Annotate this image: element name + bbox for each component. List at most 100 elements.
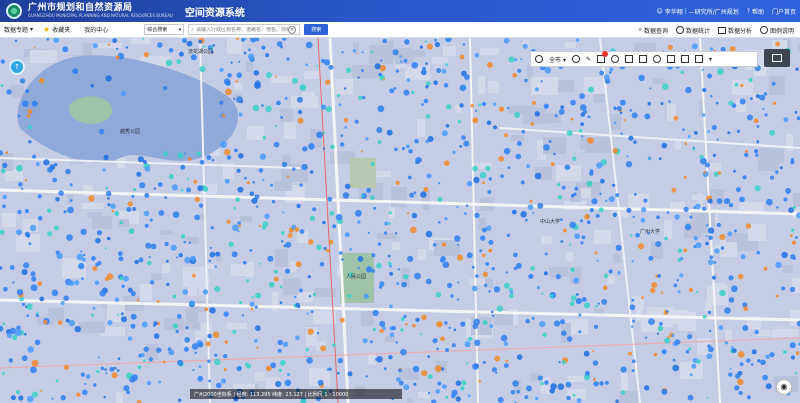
data-statistics-label: 数据统计 (685, 27, 710, 35)
topic-label: 数据专题 (4, 27, 29, 34)
heat-dot (540, 381, 544, 386)
heat-dot (55, 379, 59, 383)
data-analysis-button[interactable]: 数据分析 (717, 26, 752, 35)
building-block (391, 187, 407, 207)
legend-label: 图例说明 (769, 27, 794, 35)
heat-dot (104, 247, 107, 250)
heat-dot (440, 256, 446, 262)
heat-dot (790, 160, 795, 165)
heat-dot (708, 235, 713, 240)
bureau-logo (6, 3, 22, 19)
portal-link[interactable]: 门户首页 (772, 7, 796, 16)
heat-dot (746, 358, 751, 363)
building-block (385, 41, 394, 59)
heat-dot (427, 355, 430, 358)
data-statistics-button[interactable]: 数据统计 (675, 26, 710, 35)
heat-dot (705, 224, 709, 227)
help-link[interactable]: ? 帮助 (747, 7, 764, 16)
close-icon[interactable]: × (288, 25, 297, 34)
heat-dot (765, 383, 772, 390)
search-input[interactable] (196, 26, 289, 33)
heat-dot (382, 78, 386, 81)
heat-dot (711, 124, 717, 131)
heat-dot (631, 369, 635, 373)
search-type-select[interactable]: 综合搜索 ▾ (144, 24, 185, 35)
panel-toggle-button[interactable] (764, 49, 790, 67)
favorites-menu[interactable]: ★ 收藏夹 (43, 25, 70, 34)
measure-menu[interactable]: 全市 ▾ (549, 55, 566, 64)
heat-dot (47, 231, 53, 237)
heat-dot (177, 398, 182, 402)
close-icon[interactable] (652, 55, 661, 63)
eye-icon[interactable]: ◉ (776, 379, 792, 395)
print-icon[interactable] (680, 55, 689, 63)
compass-icon[interactable]: ↑ (9, 59, 25, 75)
app-header: 广州市规划和自然资源局 GUANGZHOU MUNICIPAL PLANNING… (0, 0, 800, 22)
map-label: 广州大学 (640, 229, 661, 235)
heat-dot (341, 51, 344, 54)
user-menu[interactable]: ☺ 李华翔 | —研究所/广州规划 (656, 7, 738, 16)
heat-dot (540, 80, 543, 83)
heat-dot (253, 70, 260, 76)
heat-dot (207, 359, 211, 363)
heat-dot (537, 202, 544, 209)
heat-dot (755, 153, 759, 157)
layers-icon[interactable] (535, 55, 543, 63)
heat-dot (753, 118, 759, 124)
heat-dot (459, 84, 467, 92)
toolbox-icon[interactable] (694, 55, 703, 63)
heat-dot (587, 115, 591, 119)
building-block (227, 323, 247, 329)
heat-dot (146, 380, 152, 386)
heat-dot (400, 328, 404, 332)
pen-icon[interactable]: ✎ (586, 56, 591, 63)
window-icon[interactable] (624, 55, 633, 63)
map-label: 流花湖公园 (188, 49, 214, 55)
heat-dot (434, 38, 437, 42)
chevron-down-icon[interactable]: ▾ (709, 56, 712, 63)
heat-dot (65, 168, 71, 175)
map-view[interactable]: 流花湖公园 越秀公园 人民公园 中山大学 广州大学 (0, 38, 800, 403)
map-canvas[interactable] (0, 38, 800, 403)
legend-button[interactable]: 图例说明 (759, 26, 794, 35)
data-query-button[interactable]: ⌕ 数据查询 (639, 26, 668, 35)
heat-dot (326, 106, 332, 113)
building-block (1, 153, 13, 171)
heat-dot (485, 262, 490, 266)
print-preview-icon[interactable] (638, 55, 647, 63)
heat-dot (733, 229, 737, 233)
heat-dot (441, 68, 447, 74)
heat-dot (26, 114, 31, 118)
heat-dot (27, 395, 34, 403)
heat-dot (728, 100, 734, 106)
heat-dot (389, 332, 395, 338)
heat-dot (621, 390, 626, 395)
heat-dot (685, 349, 690, 354)
split-icon[interactable] (666, 55, 675, 63)
heat-dot (692, 147, 696, 151)
heat-dot (751, 349, 757, 355)
heat-dot (51, 397, 54, 400)
info-icon[interactable] (571, 55, 580, 63)
heat-dot (572, 393, 576, 397)
heat-dot (569, 301, 575, 307)
heat-dot (626, 207, 632, 213)
heat-dot (717, 68, 724, 75)
heat-dot (423, 187, 429, 192)
heat-dot (2, 322, 6, 326)
heat-dot (120, 316, 128, 323)
heat-dot (119, 220, 124, 225)
heat-dot (280, 359, 286, 366)
workspace-menu[interactable]: 我的中心 (84, 25, 108, 34)
heat-dot (718, 325, 724, 330)
bookmark-icon[interactable] (596, 51, 608, 63)
heat-dot (209, 246, 212, 249)
heat-dot (105, 186, 109, 190)
notification-badge (601, 51, 608, 57)
history-icon[interactable] (610, 55, 619, 63)
search-button[interactable]: 搜索 (304, 24, 329, 35)
heat-dot (312, 292, 316, 296)
topic-menu[interactable]: 数据专题 ▾ (4, 25, 33, 34)
heat-dot (92, 306, 96, 310)
heat-dot (487, 61, 493, 68)
